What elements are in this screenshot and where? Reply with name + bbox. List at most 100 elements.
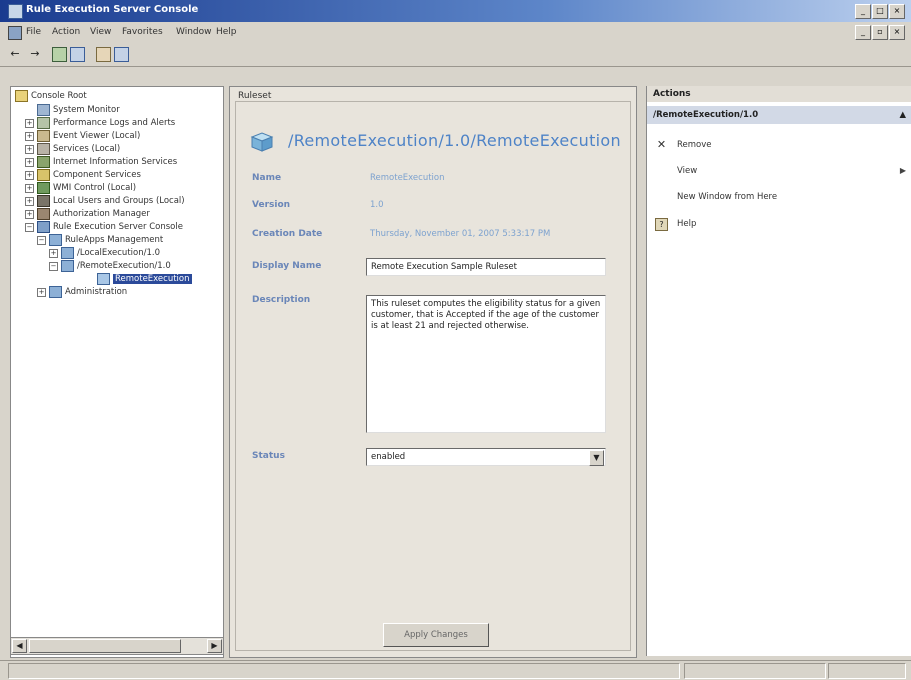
scroll-thumb[interactable] <box>29 639 181 653</box>
scroll-left-icon[interactable]: ◀ <box>12 639 27 653</box>
creation-date-label: Creation Date <box>252 229 323 239</box>
tree-item-label: Local Users and Groups (Local) <box>53 196 185 206</box>
collapse-arrow-icon[interactable]: ▲ <box>899 106 906 124</box>
expand-icon[interactable]: + <box>25 183 34 193</box>
status-segment-3 <box>828 663 906 679</box>
services-icon <box>37 143 50 155</box>
action-remove[interactable]: Remove <box>677 140 712 150</box>
submenu-arrow-icon: ▶ <box>899 166 906 175</box>
properties-icon[interactable] <box>96 47 111 62</box>
action-help[interactable]: Help <box>677 219 696 229</box>
actions-pane: Actions /RemoteExecution/1.0 ▲ ✕ Remove … <box>646 86 911 656</box>
status-segment-main <box>8 663 680 679</box>
name-label: Name <box>252 173 282 183</box>
child-restore-button[interactable]: ▫ <box>872 25 888 40</box>
menu-window[interactable]: Window <box>176 27 212 37</box>
tree-item-label: WMI Control (Local) <box>53 183 137 193</box>
folder-icon <box>15 90 28 102</box>
ruleset-detail-pane: Ruleset /RemoteExecution/1.0/RemoteExecu… <box>229 86 637 658</box>
tree-item-label: Internet Information Services <box>53 157 178 167</box>
menu-view[interactable]: View <box>90 27 111 37</box>
status-segment-2 <box>684 663 826 679</box>
tree-item-label: RemoteExecution <box>113 274 192 284</box>
name-value: RemoteExecution <box>370 173 445 183</box>
expand-icon[interactable]: + <box>25 144 34 154</box>
res-console-icon <box>37 221 50 233</box>
collapse-icon[interactable]: − <box>49 261 58 271</box>
menu-help[interactable]: Help <box>216 27 237 37</box>
tree-item-remote-execution[interactable]: − /RemoteExecution/1.0 <box>49 260 171 272</box>
creation-date-value: Thursday, November 01, 2007 5:33:17 PM <box>370 229 551 239</box>
action-view[interactable]: View <box>677 166 697 176</box>
tree-item-services[interactable]: + Services (Local) <box>25 143 120 155</box>
event-viewer-icon <box>37 130 50 142</box>
scroll-right-icon[interactable]: ▶ <box>207 639 222 653</box>
tree-item-label: RuleApps Management <box>65 235 164 245</box>
menu-file[interactable]: File <box>26 27 41 37</box>
window-title: Rule Execution Server Console <box>26 4 199 15</box>
ruleset-icon <box>250 132 274 152</box>
up-level-icon[interactable] <box>52 47 67 62</box>
performance-icon <box>37 117 50 129</box>
tree-item-res-console[interactable]: − Rule Execution Server Console <box>25 221 183 233</box>
collapse-icon[interactable]: − <box>37 235 46 245</box>
description-field[interactable]: This ruleset computes the eligibility st… <box>366 295 606 433</box>
ruleset-path: /RemoteExecution/1.0/RemoteExecution <box>288 131 621 150</box>
version-value: 1.0 <box>370 200 384 210</box>
action-new-window[interactable]: New Window from Here <box>677 192 777 202</box>
collapse-icon[interactable]: − <box>25 222 34 232</box>
maximize-button[interactable]: □ <box>872 4 888 19</box>
monitor-icon <box>37 104 50 116</box>
tree-item-performance-logs[interactable]: + Performance Logs and Alerts <box>25 117 175 129</box>
tree-item-local-execution[interactable]: + /LocalExecution/1.0 <box>49 247 160 259</box>
users-icon <box>37 195 50 207</box>
expand-icon[interactable]: + <box>37 287 46 297</box>
tree-item-system-monitor[interactable]: System Monitor <box>37 104 120 116</box>
tree-item-iis[interactable]: + Internet Information Services <box>25 156 177 168</box>
display-name-field[interactable]: Remote Execution Sample Ruleset <box>366 258 606 276</box>
tree-item-administration[interactable]: + Administration <box>37 286 127 298</box>
menu-favorites[interactable]: Favorites <box>122 27 163 37</box>
tree-item-component-services[interactable]: + Component Services <box>25 169 141 181</box>
status-label: Status <box>252 451 285 461</box>
expand-icon[interactable]: + <box>25 209 34 219</box>
expand-icon[interactable]: + <box>25 118 34 128</box>
help-icon: ? <box>655 218 668 231</box>
close-button[interactable]: × <box>889 4 905 19</box>
help-toolbar-icon[interactable] <box>114 47 129 62</box>
tree-item-local-users[interactable]: + Local Users and Groups (Local) <box>25 195 185 207</box>
tree-item-event-viewer[interactable]: + Event Viewer (Local) <box>25 130 140 142</box>
description-label: Description <box>252 295 311 305</box>
minimize-button[interactable]: _ <box>855 4 871 19</box>
menu-action[interactable]: Action <box>52 27 80 37</box>
status-select[interactable]: enabled ▼ <box>366 448 606 466</box>
tree-item-authorization-manager[interactable]: + Authorization Manager <box>25 208 150 220</box>
tree-item-label: Console Root <box>31 91 87 101</box>
tree-item-remote-execution-ruleset[interactable]: RemoteExecution <box>97 273 192 285</box>
tree-item-ruleapps-management[interactable]: − RuleApps Management <box>37 234 163 246</box>
expand-icon[interactable]: + <box>25 157 34 167</box>
tree-item-label: Performance Logs and Alerts <box>53 118 176 128</box>
iis-icon <box>37 156 50 168</box>
expand-icon[interactable]: + <box>49 248 58 258</box>
expand-icon[interactable]: + <box>25 170 34 180</box>
ruleapps-icon <box>49 234 62 246</box>
console-icon[interactable] <box>8 26 22 40</box>
tree-horizontal-scrollbar[interactable]: ◀ ▶ <box>10 637 224 655</box>
console-tree: Console Root System Monitor + Performanc… <box>10 86 224 658</box>
chevron-down-icon[interactable]: ▼ <box>589 450 604 466</box>
ruleapp-icon <box>61 260 74 272</box>
forward-arrow-icon[interactable]: → <box>28 47 42 61</box>
actions-subheader[interactable]: /RemoteExecution/1.0 ▲ <box>647 106 911 124</box>
child-close-button[interactable]: × <box>889 25 905 40</box>
ruleapp-icon <box>61 247 74 259</box>
back-arrow-icon[interactable]: ← <box>8 47 22 61</box>
toolbar: ← → <box>0 42 911 67</box>
show-hide-tree-icon[interactable] <box>70 47 85 62</box>
tree-item-wmi-control[interactable]: + WMI Control (Local) <box>25 182 136 194</box>
child-minimize-button[interactable]: _ <box>855 25 871 40</box>
tree-item-console-root[interactable]: Console Root <box>15 90 87 102</box>
apply-changes-button[interactable]: Apply Changes <box>383 623 489 647</box>
expand-icon[interactable]: + <box>25 131 34 141</box>
expand-icon[interactable]: + <box>25 196 34 206</box>
